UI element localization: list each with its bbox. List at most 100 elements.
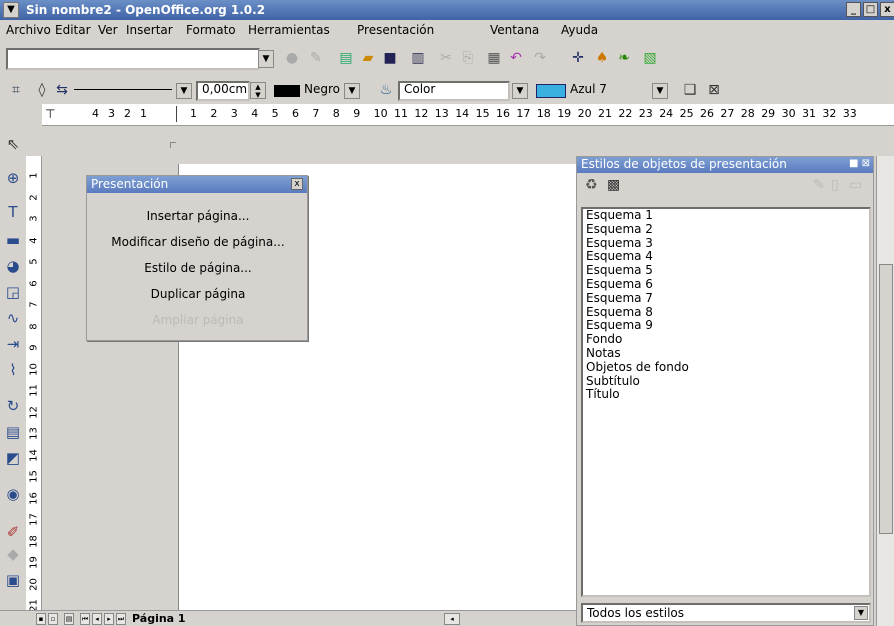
curve-icon[interactable]: ∿	[3, 308, 23, 328]
menu-insertar[interactable]: Insertar	[126, 23, 173, 37]
page-style-item[interactable]: Estilo de página...	[87, 261, 309, 275]
style-item[interactable]: Fondo	[583, 332, 869, 347]
style-item[interactable]: Esquema 8	[583, 305, 869, 320]
style-item[interactable]: Esquema 4	[583, 250, 869, 264]
update-style-icon[interactable]: ▭	[849, 177, 862, 193]
navigator-icon[interactable]: ✛	[568, 48, 588, 68]
stop-icon[interactable]: ●	[282, 48, 302, 68]
menu-ayuda[interactable]: Ayuda	[561, 23, 598, 37]
stylist-window-buttons[interactable]: ■ ⊠	[849, 158, 870, 169]
maximize-button[interactable]: □	[863, 2, 878, 17]
view-outline-icon[interactable]: ▫	[48, 613, 58, 625]
edit-points-icon[interactable]: ⌗	[6, 80, 26, 100]
gallery-icon[interactable]: ❧	[614, 48, 634, 68]
menu-herramientas[interactable]: Herramientas	[248, 23, 330, 37]
line-ends-icon[interactable]: ◊	[32, 80, 52, 100]
view-slides-icon[interactable]: ▤	[64, 613, 74, 625]
line-width-spinner[interactable]: ▲ ▼	[250, 82, 266, 99]
url-combo[interactable]	[6, 48, 260, 70]
arrange-icon[interactable]: ◩	[3, 448, 23, 468]
menu-formato[interactable]: Formato	[186, 23, 236, 37]
slide-show-icon[interactable]: ▣	[3, 570, 23, 590]
style-item[interactable]: Esquema 7	[583, 291, 869, 306]
main-toolbox: ⇖ ⊕ T ▬ ◕ ◲ ∿ ⇥ ⌇ ↻ ▤ ◩ ◉ ✐ ◆ ▣	[0, 104, 24, 626]
style-item[interactable]: Objetos de fondo	[583, 360, 869, 375]
lines-arrows-icon[interactable]: ⇥	[3, 334, 23, 354]
style-item[interactable]: Esquema 3	[583, 236, 869, 251]
text-icon[interactable]: T	[3, 202, 23, 222]
tab-page-1[interactable]: Página 1	[132, 612, 186, 625]
undo-icon[interactable]: ↶	[506, 48, 526, 68]
rotate-icon[interactable]: ↻	[3, 396, 23, 416]
duplicate-page-item[interactable]: Duplicar página	[87, 287, 309, 301]
presentation-styles-icon[interactable]: ▩	[607, 177, 620, 193]
effects-icon[interactable]: ✐	[3, 522, 23, 542]
new-icon[interactable]: ▤	[336, 48, 356, 68]
modify-layout-item[interactable]: Modificar diseño de página...	[87, 235, 309, 249]
rectangle-icon[interactable]: ▬	[3, 230, 23, 250]
line-style-dropdown[interactable]: ▼	[176, 83, 192, 99]
scrollbar-thumb[interactable]	[879, 264, 893, 534]
style-filter-select[interactable]: Todos los estilos ▼	[581, 603, 871, 623]
style-item[interactable]: Esquema 6	[583, 277, 869, 292]
style-item[interactable]: Esquema 9	[583, 319, 869, 333]
shadow-icon[interactable]: ❑	[680, 80, 700, 100]
ellipse-icon[interactable]: ◕	[3, 256, 23, 276]
connector-icon[interactable]: ⌇	[3, 360, 23, 380]
transform-icon[interactable]: ⊠	[704, 80, 724, 100]
first-page-icon[interactable]: ⏮	[80, 613, 90, 625]
menu-archivo[interactable]: Archivo	[6, 23, 51, 37]
next-page-icon[interactable]: ▸	[104, 613, 114, 625]
prev-page-icon[interactable]: ◂	[92, 613, 102, 625]
tab-stop-icon[interactable]: ⊤	[45, 107, 55, 121]
insert-icon[interactable]: ◉	[3, 484, 23, 504]
menu-ventana[interactable]: Ventana	[490, 23, 539, 37]
print-icon[interactable]: ▥	[408, 48, 428, 68]
chevron-down-icon[interactable]: ▼	[854, 606, 868, 620]
minimize-button[interactable]: _	[846, 2, 861, 17]
scroll-left-icon[interactable]: ◂	[444, 613, 460, 625]
style-item[interactable]: Subtítulo	[583, 374, 869, 389]
3d-controller-icon[interactable]: ◆	[3, 544, 23, 564]
last-page-icon[interactable]: ⏭	[116, 613, 126, 625]
line-color-dropdown[interactable]: ▼	[344, 83, 360, 99]
zoom-icon[interactable]: ⊕	[3, 168, 23, 188]
copy-icon[interactable]: ⎘	[458, 48, 478, 68]
open-icon[interactable]: ▰	[358, 48, 378, 68]
redo-icon[interactable]: ↷	[530, 48, 550, 68]
stylist-icon[interactable]: ♠	[592, 48, 612, 68]
close-button[interactable]: x	[880, 2, 894, 17]
close-icon[interactable]: x	[291, 178, 303, 190]
menu-ver[interactable]: Ver	[98, 23, 118, 37]
paste-icon[interactable]: ▦	[484, 48, 504, 68]
style-item[interactable]: Esquema 5	[583, 263, 869, 278]
ruler-tick: 8	[332, 107, 340, 120]
url-combo-dropdown[interactable]: ▼	[258, 50, 274, 68]
vertical-scrollbar[interactable]	[876, 156, 894, 626]
area-style-icon[interactable]: ♨	[376, 80, 396, 100]
save-icon[interactable]: ■	[380, 48, 400, 68]
menu-presentacion[interactable]: Presentación	[357, 23, 434, 37]
datasources-icon[interactable]: ▧	[640, 48, 660, 68]
line-style-icon[interactable]: ⇆	[52, 80, 72, 100]
select-icon[interactable]: ⇖	[3, 134, 23, 154]
fill-format-icon[interactable]: ✎	[813, 177, 825, 193]
style-item[interactable]: Esquema 2	[583, 222, 869, 237]
alignment-icon[interactable]: ▤	[3, 422, 23, 442]
new-style-icon[interactable]: ▯	[831, 177, 839, 193]
view-drawing-icon[interactable]: ▪	[36, 613, 46, 625]
system-menu-icon[interactable]: ▼	[3, 2, 19, 18]
cut-icon[interactable]: ✂	[436, 48, 456, 68]
ruler-tick: 22	[618, 107, 633, 120]
menu-editar[interactable]: Editar	[55, 23, 91, 37]
style-item[interactable]: Esquema 1	[583, 209, 869, 223]
insert-page-item[interactable]: Insertar página...	[87, 209, 309, 223]
graphics-styles-icon[interactable]: ♻	[585, 177, 598, 193]
3d-objects-icon[interactable]: ◲	[3, 282, 23, 302]
area-style-dropdown[interactable]: ▼	[512, 83, 528, 99]
ruler-tick: 14	[455, 107, 470, 120]
style-item[interactable]: Notas	[583, 346, 869, 361]
fill-color-dropdown[interactable]: ▼	[652, 83, 668, 99]
style-item[interactable]: Título	[583, 388, 869, 402]
edit-file-icon[interactable]: ✎	[306, 48, 326, 68]
